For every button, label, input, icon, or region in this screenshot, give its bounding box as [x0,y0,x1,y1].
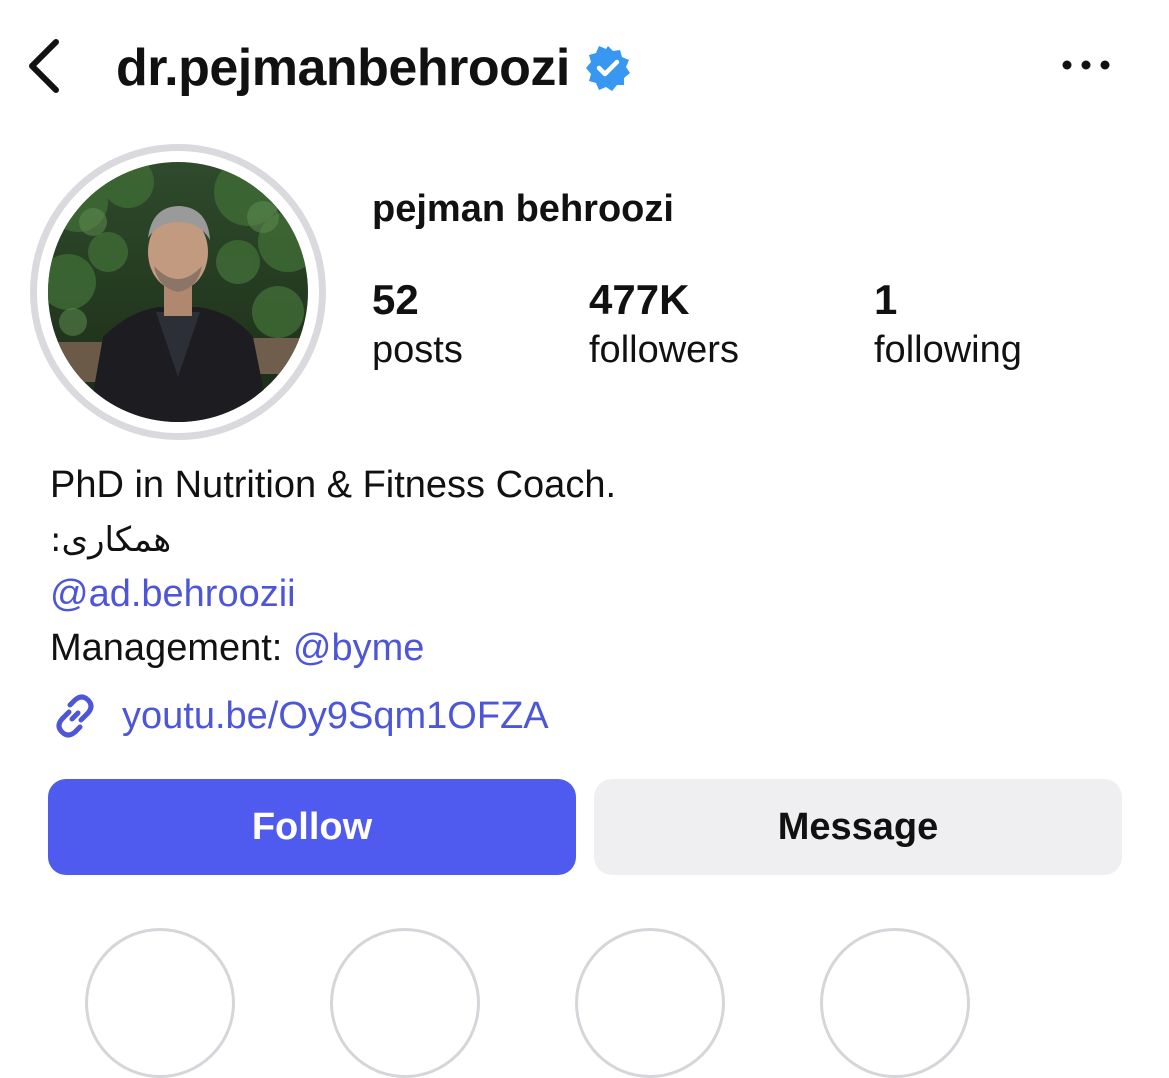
link-icon [56,694,94,738]
bio-line: PhD in Nutrition & Fitness Coach. [50,464,617,506]
avatar[interactable] [48,162,308,422]
posts-label: posts [372,329,463,371]
more-horizontal-icon [1062,60,1110,70]
external-link-text: youtu.be/Oy9Sqm1OFZA [122,694,549,737]
stat-posts[interactable]: 52 posts [372,276,463,376]
stat-following[interactable]: 1 following [874,276,1022,376]
posts-count: 52 [372,276,419,323]
back-button[interactable] [22,36,66,96]
followers-count: 477K [589,276,690,323]
profile-header: dr.pejmanbehroozi [0,0,1169,130]
bio: PhD in Nutrition & Fitness Coach. همکاری… [50,458,1130,675]
following-label: following [874,329,1022,371]
external-link[interactable]: youtu.be/Oy9Sqm1OFZA [48,688,549,744]
header-title: dr.pejmanbehroozi [116,30,632,106]
following-count: 1 [874,276,898,323]
stat-followers[interactable]: 477K followers [589,276,739,376]
chevron-left-icon [29,39,59,93]
story-highlight[interactable] [330,928,480,1078]
bio-line-persian: همکاری: [50,520,172,560]
followers-label: followers [589,329,739,371]
display-name: pejman behroozi [372,188,674,230]
verified-badge-icon [585,46,630,91]
story-highlight[interactable] [85,928,235,1078]
message-button[interactable]: Message [594,779,1122,875]
story-highlight[interactable] [820,928,970,1078]
username-title: dr.pejmanbehroozi [116,39,570,97]
follow-button[interactable]: Follow [48,779,576,875]
mention-link[interactable]: @ad.behroozii [50,573,296,615]
more-options-button[interactable] [1058,48,1114,82]
story-highlight[interactable] [575,928,725,1078]
management-mention-link[interactable]: @byme [293,627,425,669]
management-label: Management: [50,627,293,669]
